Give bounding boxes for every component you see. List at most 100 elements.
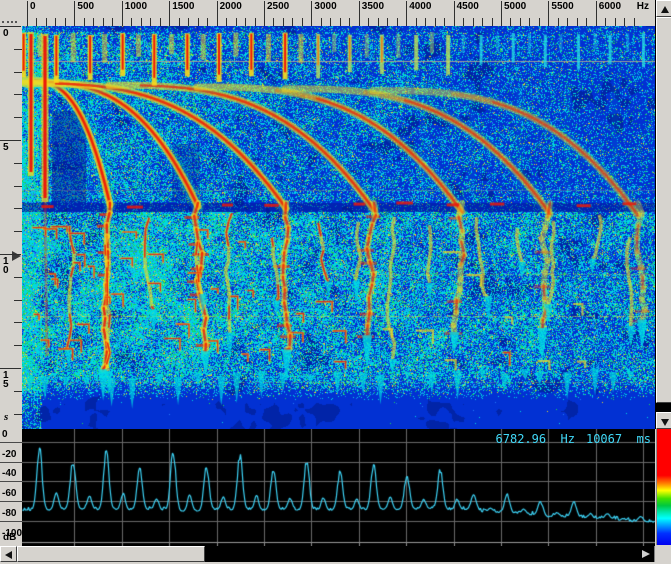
freq-tick-minor: [624, 18, 625, 26]
db-tick-line: [0, 442, 22, 443]
freq-tick-minor: [349, 18, 350, 26]
right-arrow-icon: [642, 550, 650, 558]
freq-tick-minor: [188, 18, 189, 26]
freq-tick-label: 3500: [362, 1, 384, 12]
cursor-time-readout: 10067 ms: [586, 432, 651, 446]
freq-tick-minor: [226, 18, 227, 26]
freq-tick-minor: [577, 18, 578, 26]
time-tick-minor: [14, 345, 22, 346]
freq-tick-major: [217, 1, 218, 26]
time-tick-minor: [14, 300, 22, 301]
time-tick-label: 5: [3, 143, 11, 152]
freq-tick-minor: [586, 18, 587, 26]
time-tick-minor: [14, 208, 22, 209]
intensity-colorbar: [656, 429, 671, 545]
time-tick-minor: [14, 94, 22, 95]
time-ruler: s 051015: [0, 26, 23, 429]
freq-tick-label: 5000: [504, 1, 526, 12]
freq-tick-minor: [520, 18, 521, 26]
time-unit-label: s: [4, 411, 8, 423]
time-tick-minor: [14, 391, 22, 392]
freq-tick-minor: [55, 18, 56, 26]
freq-tick-major: [596, 1, 597, 26]
db-tick-line: [0, 521, 22, 522]
freq-tick-minor: [567, 18, 568, 26]
spectrogram-display[interactable]: [22, 26, 655, 429]
db-tick-label: -20: [2, 449, 16, 460]
freq-tick-minor: [378, 18, 379, 26]
scroll-left-button[interactable]: [0, 546, 17, 562]
time-tick-label: 15: [3, 371, 11, 389]
freq-tick-minor: [482, 18, 483, 26]
freq-tick-major: [548, 1, 549, 26]
freq-tick-minor: [292, 18, 293, 26]
freq-tick-major: [501, 1, 502, 26]
db-tick-label: -40: [2, 468, 16, 479]
freq-tick-label: 4500: [457, 1, 479, 12]
frequency-unit-label: Hz: [637, 1, 649, 12]
horizontal-scrollbar-track[interactable]: [17, 546, 637, 562]
freq-tick-minor: [492, 18, 493, 26]
freq-tick-minor: [463, 18, 464, 26]
cursor-frequency-readout: 6782.96 Hz: [496, 432, 575, 446]
freq-tick-minor: [103, 18, 104, 26]
db-tick-line: [0, 501, 22, 502]
freq-tick-label: 2000: [220, 1, 242, 12]
freq-tick-minor: [179, 18, 180, 26]
playback-position-marker-icon[interactable]: [12, 251, 21, 261]
freq-tick-label: 500: [77, 1, 94, 12]
up-arrow-icon: [661, 6, 669, 13]
freq-tick-minor: [273, 18, 274, 26]
freq-tick-major: [264, 1, 265, 26]
time-tick-minor: [14, 49, 22, 50]
freq-tick-minor: [387, 18, 388, 26]
freq-tick-label: 6000: [599, 1, 621, 12]
freq-tick-minor: [473, 18, 474, 26]
freq-tick-minor: [84, 18, 85, 26]
down-arrow-icon: [661, 419, 669, 426]
spectrum-display[interactable]: [22, 429, 655, 546]
horizontal-scrollbar-thumb[interactable]: [17, 546, 205, 562]
ruler-corner-cell: [0, 0, 23, 27]
horizontal-scrollbar[interactable]: [0, 546, 671, 562]
time-tick-minor: [14, 277, 22, 278]
freq-tick-label: 5500: [551, 1, 573, 12]
freq-tick-minor: [160, 18, 161, 26]
freq-tick-minor: [330, 18, 331, 26]
time-tick-minor: [14, 186, 22, 187]
freq-tick-minor: [141, 18, 142, 26]
frequency-ruler: Hz 0500100015002000250030003500400045005…: [22, 0, 655, 27]
freq-tick-minor: [368, 18, 369, 26]
vertical-scrollbar[interactable]: [655, 0, 671, 429]
spectrum-panel: 6782.96 Hz 10067 ms: [22, 429, 655, 546]
freq-tick-major: [122, 1, 123, 26]
scroll-down-button[interactable]: [656, 412, 671, 429]
scroll-right-button[interactable]: [637, 546, 654, 562]
scroll-up-button[interactable]: [656, 0, 671, 17]
time-tick-major: [0, 140, 21, 141]
freq-tick-minor: [510, 18, 511, 26]
freq-tick-major: [311, 1, 312, 26]
freq-tick-minor: [558, 18, 559, 26]
freq-tick-minor: [444, 18, 445, 26]
freq-tick-minor: [93, 18, 94, 26]
freq-tick-major: [406, 1, 407, 26]
freq-tick-minor: [321, 18, 322, 26]
freq-tick-minor: [245, 18, 246, 26]
freq-tick-label: 1000: [125, 1, 147, 12]
freq-tick-label: 4000: [409, 1, 431, 12]
vertical-scrollbar-thumb[interactable]: [656, 17, 671, 403]
freq-tick-minor: [529, 18, 530, 26]
freq-tick-label: 1500: [172, 1, 194, 12]
time-tick-minor: [14, 72, 22, 73]
freq-tick-minor: [425, 18, 426, 26]
freq-tick-minor: [198, 18, 199, 26]
freq-tick-major: [169, 1, 170, 26]
spectrogram-app-window: Hz 0500100015002000250030003500400045005…: [0, 0, 671, 564]
freq-tick-minor: [435, 18, 436, 26]
freq-tick-minor: [634, 18, 635, 26]
freq-tick-major: [359, 1, 360, 26]
time-tick-label: 10: [3, 257, 11, 275]
freq-tick-minor: [65, 18, 66, 26]
db-ruler: dB 0-20-40-60-80-100: [0, 429, 23, 546]
